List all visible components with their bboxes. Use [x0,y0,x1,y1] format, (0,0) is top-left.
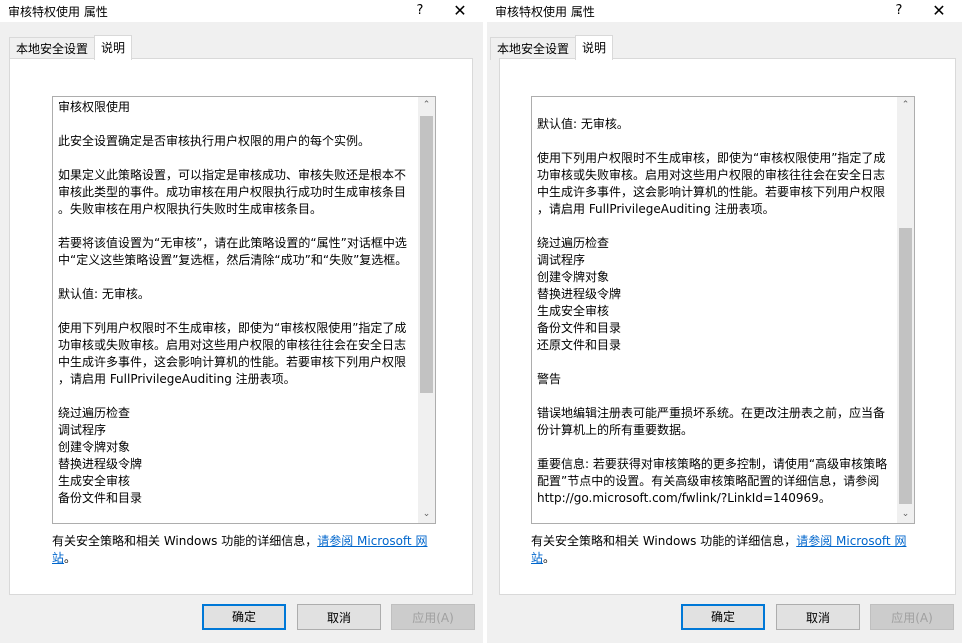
tab-local-security-setting[interactable]: 本地安全设置 [490,37,577,60]
title-bar: 审核特权使用 属性 ? ✕ [0,0,483,22]
explain-line: 备份文件和目录 [537,321,622,335]
explain-line: 调试程序 [58,423,107,437]
tab-explain[interactable]: 说明 [575,35,614,60]
scroll-down-arrow-icon[interactable]: ⌄ [897,506,914,523]
explain-line: 创建令牌对象 [58,440,131,454]
explain-line: ，请启用 FullPrivilegeAuditing 注册表项。 [58,372,296,386]
ok-button[interactable]: 确定 [681,604,765,630]
explain-line: 中生成许多事件，这会影响计算机的性能。若要审核下列用户权限 [58,355,407,369]
footer-info: 有关安全策略和相关 Windows 功能的详细信息，请参阅 Microsoft … [52,534,428,565]
properties-dialog-left: 审核特权使用 属性 ? ✕ 本地安全设置 说明 审核权限使用此安全设置确定是否审… [0,0,483,643]
explain-line [537,133,892,150]
apply-button[interactable]: 应用(A) [391,604,475,630]
explain-line: 此安全设置确定是否审核执行用户权限的用户的每个实例。 [58,134,371,148]
explain-line [58,269,413,286]
explain-text: 默认值: 无审核。使用下列用户权限时不生成审核，即使为“审核权限使用”指定了成功… [537,116,892,507]
explain-line: 重要信息: 若要获得对审核策略的更多控制，请使用“高级审核策略 [537,457,888,471]
explain-textbox[interactable]: 默认值: 无审核。使用下列用户权限时不生成审核，即使为“审核权限使用”指定了成功… [531,96,915,524]
explain-line: 替换进程级令牌 [537,287,622,301]
explain-line: 替换进程级令牌 [58,457,143,471]
ok-button[interactable]: 确定 [202,604,286,630]
explain-line: 配置”节点中的设置。有关高级审核策略配置的详细信息，请参阅 [537,474,880,488]
footer-info: 有关安全策略和相关 Windows 功能的详细信息，请参阅 Microsoft … [531,534,907,565]
explain-line [58,388,413,405]
close-button[interactable]: ✕ [441,0,479,22]
microsoft-website-link-cont[interactable]: 站 [52,551,64,565]
explain-line: 默认值: 无审核。 [58,287,150,301]
help-button[interactable]: ? [880,0,918,22]
tab-local-security-setting[interactable]: 本地安全设置 [9,37,96,60]
explain-line [537,388,892,405]
explain-text: 审核权限使用此安全设置确定是否审核执行用户权限的用户的每个实例。如果定义此策略设… [58,99,413,507]
explain-line: 审核此类型的事件。成功审核在用户权限执行成功时生成审核条目 [58,185,407,199]
explain-line: 若要将该值设置为“无审核”，请在此策略设置的“属性”对话框中选 [58,236,407,250]
window-title: 审核特权使用 属性 [8,5,108,19]
explain-line: 警告 [537,372,562,386]
explain-line: 功审核或失败审核。启用对这些用户权限的审核往往会在安全日志 [537,168,886,182]
microsoft-website-link[interactable]: 请参阅 Microsoft 网 [796,534,906,548]
scroll-down-arrow-icon[interactable]: ⌄ [418,506,435,523]
help-button[interactable]: ? [401,0,439,22]
explain-line [58,303,413,320]
explain-line [537,218,892,235]
microsoft-website-link[interactable]: 请参阅 Microsoft 网 [317,534,427,548]
microsoft-website-link-cont[interactable]: 站 [531,551,543,565]
explain-textbox[interactable]: 审核权限使用此安全设置确定是否审核执行用户权限的用户的每个实例。如果定义此策略设… [52,96,436,524]
scrollbar-thumb[interactable] [899,228,912,504]
explain-line: 中生成许多事件，这会影响计算机的性能。若要审核下列用户权限 [537,185,886,199]
properties-dialog-right: 审核特权使用 属性 ? ✕ 本地安全设置 说明 默认值: 无审核。使用下列用户权… [487,0,962,643]
explain-line [58,150,413,167]
cancel-button[interactable]: 取消 [297,604,381,630]
explain-line: 生成安全审核 [58,474,131,488]
explain-line: 默认值: 无审核。 [537,117,629,131]
explain-line: ，请启用 FullPrivilegeAuditing 注册表项。 [537,202,775,216]
window-title: 审核特权使用 属性 [495,5,595,19]
tab-explain[interactable]: 说明 [94,35,133,60]
explain-line: 调试程序 [537,253,586,267]
cancel-button[interactable]: 取消 [776,604,860,630]
explain-line: 绕过遍历检查 [537,236,610,250]
explain-line [537,439,892,456]
tab-panel: 审核权限使用此安全设置确定是否审核执行用户权限的用户的每个实例。如果定义此策略设… [9,58,473,595]
explain-line: 使用下列用户权限时不生成审核，即使为“审核权限使用”指定了成 [58,321,407,335]
explain-line [58,218,413,235]
explain-line: 还原文件和目录 [537,338,622,352]
apply-button[interactable]: 应用(A) [870,604,954,630]
explain-line: 如果定义此策略设置，可以指定是审核成功、审核失败还是根本不 [58,168,407,182]
explain-line: 生成安全审核 [537,304,610,318]
explain-line: 使用下列用户权限时不生成审核，即使为“审核权限使用”指定了成 [537,151,886,165]
vertical-scrollbar[interactable]: ⌃ ⌄ [897,97,914,523]
explain-line: 审核权限使用 [58,100,131,114]
explain-line [537,354,892,371]
scroll-up-arrow-icon[interactable]: ⌃ [897,97,914,114]
vertical-scrollbar[interactable]: ⌃ ⌄ [418,97,435,523]
scrollbar-thumb[interactable] [420,116,433,393]
explain-line: 份计算机上的所有重要数据。 [537,423,694,437]
explain-line: 绕过遍历检查 [58,406,131,420]
explain-line: 备份文件和目录 [58,491,143,505]
tab-panel: 默认值: 无审核。使用下列用户权限时不生成审核，即使为“审核权限使用”指定了成功… [499,58,956,595]
close-button[interactable]: ✕ [920,0,958,22]
scroll-up-arrow-icon[interactable]: ⌃ [418,97,435,114]
explain-line: 。失败审核在用户权限执行失败时生成审核条目。 [58,202,323,216]
explain-line: 中“定义这些策略设置”复选框，然后清除“成功”和“失败”复选框。 [58,253,408,267]
title-bar: 审核特权使用 属性 ? ✕ [487,0,962,22]
explain-line: 功审核或失败审核。启用对这些用户权限的审核往往会在安全日志 [58,338,407,352]
explain-line: 错误地编辑注册表可能严重损坏系统。在更改注册表之前，应当备 [537,406,886,420]
explain-line: 创建令牌对象 [537,270,610,284]
explain-line: http://go.microsoft.com/fwlink/?LinkId=1… [537,491,831,505]
explain-line [58,116,413,133]
